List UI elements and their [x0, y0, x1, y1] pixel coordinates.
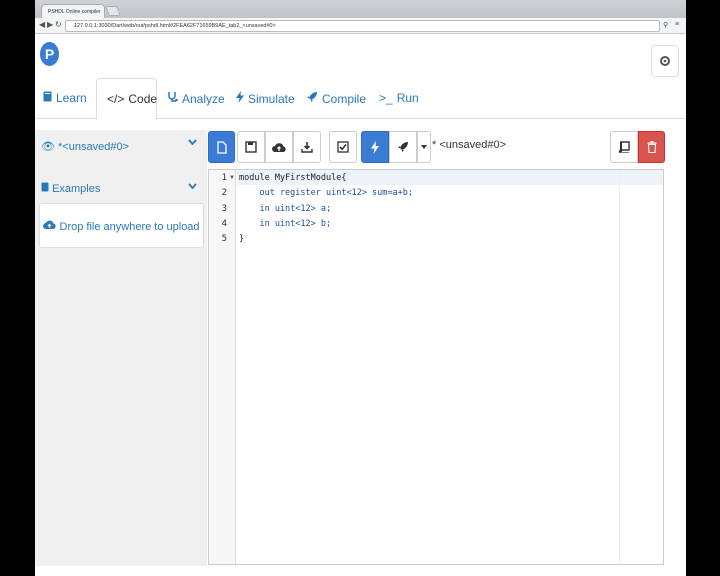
book-icon	[618, 141, 630, 153]
zoom-icon[interactable]: ⚲	[663, 21, 668, 29]
new-file-button[interactable]	[208, 131, 235, 163]
book-icon	[41, 182, 52, 195]
delete-button[interactable]	[638, 131, 665, 163]
tab-compile-label: Compile	[322, 92, 367, 106]
tab-learn[interactable]: Learn	[43, 78, 87, 119]
upload-button[interactable]	[265, 131, 293, 163]
browser-tab-title: PSHDL Online compiler	[48, 9, 101, 15]
tab-run[interactable]: >_ Run	[379, 78, 419, 119]
stethoscope-icon	[168, 91, 178, 106]
settings-button[interactable]	[651, 45, 679, 77]
chevron-down-icon[interactable]	[188, 181, 197, 192]
tab-simulate[interactable]: Simulate	[236, 78, 295, 119]
sidebar-file-item[interactable]: 👁 *<unsaved#0>	[41, 140, 129, 153]
sidebar-examples-label: Examples	[52, 183, 101, 195]
new-tab-button[interactable]	[105, 6, 121, 16]
fold-arrow-icon[interactable]: ▼	[229, 175, 235, 181]
line-number: 2	[221, 188, 227, 198]
code-line[interactable]: out register uint<12> sum=a+b;	[239, 187, 413, 199]
sidebar-examples-item[interactable]: Examples	[41, 182, 100, 195]
validate-button[interactable]	[329, 131, 357, 163]
simulate-toggle-button[interactable]	[361, 131, 389, 163]
editor-gutter: 1 ▼ 2 3 4 5	[209, 170, 236, 564]
cog-icon	[660, 56, 670, 66]
bolt-icon	[236, 91, 244, 106]
code-line[interactable]: }	[239, 233, 244, 245]
tab-code[interactable]: </> Code	[96, 78, 157, 120]
forward-icon[interactable]: ▶	[47, 20, 53, 30]
documentation-button[interactable]	[610, 131, 638, 163]
tab-simulate-label: Simulate	[248, 92, 295, 106]
code-line[interactable]: in uint<12> a;	[239, 203, 331, 215]
trash-icon	[647, 141, 656, 153]
caret-down-icon	[421, 145, 427, 149]
sidebar-file-name: *<unsaved#0>	[58, 141, 129, 153]
url-text: 127.0.0.1:3030/Dart/web/out/pshdl.html#2…	[74, 23, 276, 29]
code-icon: </>	[107, 92, 125, 106]
save-button[interactable]	[237, 131, 265, 163]
download-button[interactable]	[293, 131, 321, 163]
file-icon	[216, 140, 227, 154]
line-number: 4	[221, 219, 227, 229]
upload-drop-zone[interactable]: Drop file anywhere to upload	[39, 203, 204, 248]
code-line[interactable]: module MyFirstModule{	[239, 172, 346, 184]
cloud-upload-icon	[272, 142, 286, 152]
tab-analyze[interactable]: Analyze	[168, 78, 225, 119]
line-number: 1	[221, 173, 227, 183]
chevron-down-icon[interactable]	[188, 137, 197, 148]
cloud-upload-icon	[43, 220, 59, 233]
check-square-icon	[337, 141, 349, 153]
browser-window: PSHDL Online compiler ◀ ▶ ↻ 127.0.0.1:30…	[35, 0, 686, 576]
print-margin	[619, 170, 620, 564]
browser-tab[interactable]: PSHDL Online compiler	[41, 4, 105, 18]
upload-drop-label: Drop file anywhere to upload	[59, 221, 200, 233]
line-number: 3	[221, 204, 227, 214]
address-bar: ◀ ▶ ↻ 127.0.0.1:3030/Dart/web/out/pshdl.…	[35, 18, 686, 34]
tab-analyze-label: Analyze	[182, 92, 225, 106]
book-icon	[43, 91, 52, 105]
back-icon[interactable]: ◀	[39, 20, 45, 30]
download-icon	[301, 142, 313, 153]
menu-icon[interactable]: ≡	[675, 21, 679, 28]
current-file-label: * <unsaved#0>	[432, 139, 507, 151]
bolt-icon	[371, 140, 379, 154]
tab-code-label: Code	[128, 92, 158, 106]
browser-tabstrip: PSHDL Online compiler	[35, 0, 686, 18]
app-logo[interactable]: P	[40, 42, 59, 66]
compile-options-dropdown[interactable]	[417, 131, 431, 163]
terminal-icon: >_	[379, 91, 393, 105]
url-input[interactable]: 127.0.0.1:3030/Dart/web/out/pshdl.html#2…	[65, 20, 660, 32]
reload-icon[interactable]: ↻	[55, 20, 62, 30]
sidebar: 👁 *<unsaved#0> Examples Drop file anywhe…	[35, 130, 207, 566]
compile-button[interactable]	[389, 131, 417, 163]
save-icon	[245, 141, 257, 153]
code-line[interactable]: in uint<12> b;	[239, 218, 331, 230]
code-editor[interactable]: 1 ▼ 2 3 4 5 module MyFirstModule{ out re…	[208, 169, 664, 565]
nav-tabs: Learn </> Code Analyze Simulate Compile >…	[35, 78, 686, 120]
tab-compile[interactable]: Compile	[306, 78, 366, 119]
rocket-icon	[306, 91, 318, 106]
tab-run-label: Run	[396, 91, 419, 105]
tab-learn-label: Learn	[56, 91, 87, 105]
rocket-icon	[398, 142, 408, 152]
line-number: 5	[221, 234, 227, 244]
eye-icon: 👁	[41, 141, 55, 153]
